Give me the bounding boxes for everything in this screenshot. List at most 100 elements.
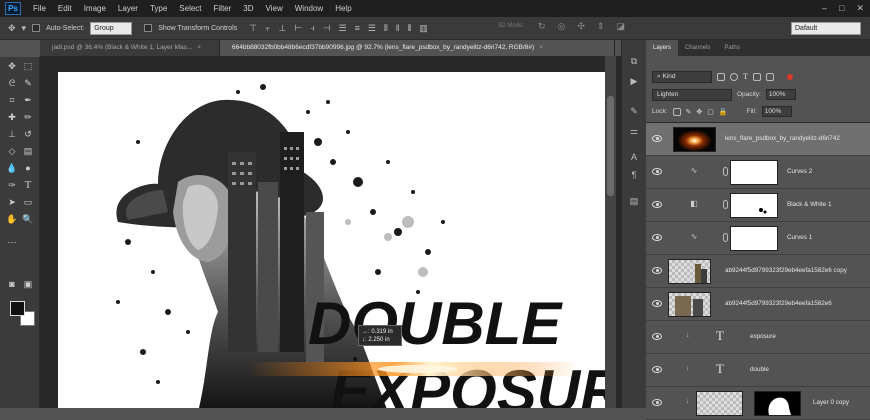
distribute-right-icon[interactable]: ⫴ — [407, 23, 411, 34]
visibility-eye-icon[interactable] — [652, 201, 662, 208]
tab-channels[interactable]: Channels — [678, 40, 717, 56]
menu-edit[interactable]: Edit — [52, 0, 78, 17]
distribute-top-icon[interactable]: ☰ — [339, 23, 347, 34]
transform-controls-checkbox[interactable] — [144, 24, 153, 32]
path-selection-tool-icon[interactable]: ➤ — [5, 195, 19, 209]
character-panel-icon[interactable]: A — [627, 150, 641, 164]
pen-tool-icon[interactable]: ✑ — [5, 178, 19, 192]
layer-0-copy[interactable]: ↓ Layer 0 copy — [646, 387, 870, 420]
brush-tool-icon[interactable]: ✏ — [21, 110, 35, 124]
eraser-tool-icon[interactable]: ◇ — [5, 144, 19, 158]
3d-slide-icon[interactable]: ⇕ — [597, 21, 605, 32]
3d-roll-icon[interactable]: ◎ — [558, 21, 566, 32]
align-middle-icon[interactable]: ⫟ — [265, 23, 270, 34]
auto-select-dropdown[interactable]: Group — [90, 21, 133, 35]
maximize-button[interactable]: □ — [839, 3, 844, 14]
menu-3d[interactable]: 3D — [237, 0, 259, 17]
layer-curves-2[interactable]: ∿ Curves 2 — [646, 156, 870, 189]
align-bottom-icon[interactable]: ⊥ — [279, 23, 287, 34]
actions-panel-icon[interactable]: ▶ — [627, 74, 641, 88]
type-tool-icon[interactable]: T — [21, 178, 35, 192]
blend-mode-dropdown[interactable]: Lighten — [652, 88, 732, 101]
scrollbar-thumb[interactable] — [607, 96, 614, 196]
menu-select[interactable]: Select — [173, 0, 207, 17]
history-panel-icon[interactable]: ⧉ — [627, 54, 641, 68]
paragraph-panel-icon[interactable]: ¶ — [627, 168, 641, 182]
layer-black-white-1[interactable]: ◧ Black & White 1 — [646, 189, 870, 222]
filter-toggle-icon[interactable] — [786, 73, 793, 80]
fill-field[interactable]: 100% — [761, 106, 792, 117]
menu-filter[interactable]: Filter — [208, 0, 238, 17]
lock-position-icon[interactable]: ✥ — [696, 108, 702, 116]
auto-align-icon[interactable]: ▥ — [419, 23, 428, 34]
menu-view[interactable]: View — [260, 0, 289, 17]
filter-kind-dropdown[interactable]: ⌕ Kind — [652, 70, 712, 83]
tab-jadi-psd[interactable]: jadi.psd @ 36.4% (Black & White 1, Layer… — [40, 40, 220, 56]
align-center-icon[interactable]: ⫞ — [310, 23, 315, 34]
vertical-scrollbar[interactable] — [605, 56, 616, 408]
filter-shape-icon[interactable] — [752, 72, 761, 81]
tool-preset-dropdown-icon[interactable]: ▾ — [22, 23, 27, 34]
rectangle-tool-icon[interactable]: ▭ — [21, 195, 35, 209]
visibility-eye-icon[interactable] — [652, 300, 662, 307]
menu-help[interactable]: Help — [329, 0, 357, 17]
properties-panel-icon[interactable]: ▤ — [627, 194, 641, 208]
visibility-eye-icon[interactable] — [652, 168, 662, 175]
lock-pixels-icon[interactable]: ✎ — [686, 108, 692, 116]
zoom-tool-icon[interactable]: 🔍 — [21, 212, 35, 226]
workspace-dropdown[interactable]: Dafault — [791, 22, 861, 35]
3d-rotate-icon[interactable]: ↻ — [538, 21, 546, 32]
adjustments-panel-icon[interactable]: ⚌ — [627, 124, 641, 138]
blur-tool-icon[interactable]: 💧 — [5, 161, 19, 175]
lock-artboard-icon[interactable]: ▢ — [707, 108, 714, 116]
history-brush-tool-icon[interactable]: ↺ — [21, 127, 35, 141]
lasso-tool-icon[interactable]: ᘓ — [5, 76, 19, 90]
align-left-icon[interactable]: ⊢ — [294, 23, 302, 34]
visibility-eye-icon[interactable] — [652, 333, 662, 340]
brush-panel-icon[interactable]: ✎ — [627, 104, 641, 118]
quick-selection-tool-icon[interactable]: ✎ — [21, 76, 35, 90]
menu-layer[interactable]: Layer — [112, 0, 144, 17]
hand-tool-icon[interactable]: ✋ — [5, 212, 19, 226]
visibility-eye-icon[interactable] — [652, 366, 662, 373]
layer-city-copy[interactable]: ab9244f5d9799323f29eb4eefa1582e6 copy — [646, 255, 870, 288]
tab-layers[interactable]: Layers — [646, 40, 679, 56]
filter-type-icon[interactable]: T — [743, 72, 748, 81]
layer-lens-flare[interactable]: lens_flare_psdbox_by_randyelitz-d6ri742 — [646, 123, 870, 156]
lock-all-icon[interactable]: 🔒 — [719, 108, 728, 116]
tab-paths[interactable]: Paths — [717, 40, 746, 56]
layer-double-text[interactable]: ↓ T double — [646, 354, 870, 387]
3d-scale-icon[interactable]: ◪ — [617, 21, 626, 32]
mask-link-icon[interactable] — [723, 233, 728, 242]
filter-pixel-icon[interactable] — [717, 72, 725, 81]
menu-type[interactable]: Type — [144, 0, 173, 17]
visibility-eye-icon[interactable] — [652, 399, 662, 406]
distribute-bottom-icon[interactable]: ☰ — [368, 23, 376, 34]
clone-stamp-tool-icon[interactable]: ⊥ — [5, 127, 19, 141]
close-tab-icon[interactable]: × — [197, 44, 201, 51]
layer-exposure-text[interactable]: ↓ T exposure — [646, 321, 870, 354]
document-canvas[interactable]: DOUBLE EXPOSURE — [58, 72, 611, 408]
filter-adjustment-icon[interactable] — [730, 72, 738, 81]
close-tab-icon[interactable]: × — [539, 44, 543, 51]
3d-pan-icon[interactable]: ✣ — [577, 21, 585, 32]
visibility-eye-icon[interactable] — [652, 267, 662, 274]
move-tool-icon[interactable]: ✥ — [8, 23, 16, 34]
auto-select-checkbox[interactable] — [32, 24, 41, 32]
align-right-icon[interactable]: ⊣ — [323, 23, 331, 34]
gradient-tool-icon[interactable]: ▤ — [21, 144, 35, 158]
distribute-left-icon[interactable]: ⫴ — [384, 23, 388, 34]
minimize-button[interactable]: – — [822, 3, 827, 14]
align-top-icon[interactable]: ⊤ — [249, 23, 257, 34]
eyedropper-tool-icon[interactable]: ✒ — [21, 93, 35, 107]
lock-transparency-icon[interactable] — [672, 107, 681, 116]
screen-mode-icon[interactable]: ▣ — [21, 277, 35, 291]
tab-lens-flare-jpg[interactable]: 664bb88032fb0bb48b6ecdf37bb90996.jpg @ 9… — [220, 40, 615, 56]
visibility-eye-icon[interactable] — [652, 234, 662, 241]
opacity-field[interactable]: 100% — [765, 89, 796, 100]
distribute-center-icon[interactable]: ‖ — [396, 23, 400, 34]
layer-city[interactable]: ab9244f5d9799323f29eb4eefa1582e6 — [646, 288, 870, 321]
close-button[interactable]: ✕ — [856, 3, 864, 14]
distribute-middle-icon[interactable]: ≡ — [355, 23, 360, 34]
dodge-tool-icon[interactable]: ● — [21, 161, 35, 175]
